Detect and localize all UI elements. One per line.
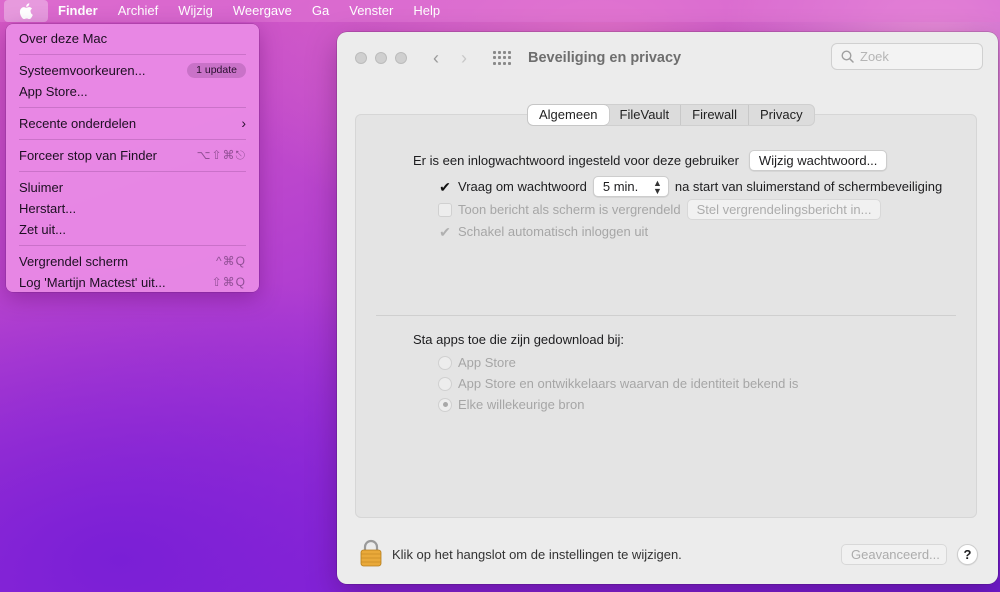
allow-option-app-store[interactable]: App Store <box>438 355 516 370</box>
section-divider <box>376 315 956 316</box>
tab-firewall[interactable]: Firewall <box>681 105 749 125</box>
menu-item-restart[interactable]: Herstart... <box>6 198 259 219</box>
menu-separator <box>19 171 246 172</box>
radio-label: Elke willekeurige bron <box>458 397 585 412</box>
menu-separator <box>19 245 246 246</box>
radio-button-selected[interactable] <box>438 397 452 412</box>
menu-item-shutdown[interactable]: Zet uit... <box>6 219 259 240</box>
menu-separator <box>19 139 246 140</box>
update-badge: 1 update <box>187 63 246 78</box>
radio-button[interactable] <box>438 376 452 391</box>
title-bar: ‹ › Beveiliging en privacy <box>337 32 998 84</box>
menu-archief[interactable]: Archief <box>108 0 168 22</box>
menu-item-label: Forceer stop van Finder <box>19 148 158 163</box>
minimize-window-button[interactable] <box>375 52 387 64</box>
show-message-label: Toon bericht als scherm is vergrendeld <box>458 202 681 217</box>
menu-item-label: Sluimer <box>19 180 64 195</box>
search-icon <box>841 50 854 63</box>
menu-separator <box>19 107 246 108</box>
radio-label: App Store <box>458 355 516 370</box>
apple-menu-button[interactable] <box>4 0 48 22</box>
password-delay-value: 5 min. <box>602 179 639 194</box>
menu-item-label: Herstart... <box>19 201 77 216</box>
zoom-window-button[interactable] <box>395 52 407 64</box>
menu-weergave[interactable]: Weergave <box>223 0 302 22</box>
disable-autologin-checkbox[interactable]: ✔ <box>438 225 452 239</box>
menu-item-label: Systeemvoorkeuren... <box>19 63 146 78</box>
menu-finder[interactable]: Finder <box>48 0 108 22</box>
apple-menu-dropdown: Over deze Mac Systeemvoorkeuren... 1 upd… <box>6 24 259 292</box>
menu-item-label: App Store... <box>19 84 88 99</box>
lock-icon[interactable] <box>360 539 382 567</box>
menu-item-sleep[interactable]: Sluimer <box>6 177 259 198</box>
require-password-checkbox[interactable]: ✔ <box>438 180 452 194</box>
apple-icon <box>19 3 33 19</box>
password-delay-select[interactable]: 5 min. ▲ ▼ <box>592 176 669 197</box>
chevron-up-down-icon: ▲ ▼ <box>652 177 662 196</box>
allow-apps-heading: Sta apps toe die zijn gedownload bij: <box>413 332 624 347</box>
menu-separator <box>19 54 246 55</box>
menu-venster[interactable]: Venster <box>339 0 403 22</box>
advanced-button[interactable]: Geavanceerd... <box>841 544 947 565</box>
search-field[interactable] <box>831 43 983 70</box>
show-message-row: Toon bericht als scherm is vergrendeld S… <box>438 199 882 220</box>
forward-arrow-icon[interactable]: › <box>461 48 467 69</box>
shortcut-label: ⇧⌘Q <box>211 275 246 289</box>
window-controls <box>355 52 407 64</box>
menu-help[interactable]: Help <box>403 0 450 22</box>
change-password-button[interactable]: Wijzig wachtwoord... <box>748 150 888 171</box>
back-arrow-icon[interactable]: ‹ <box>433 48 439 69</box>
menu-item-app-store[interactable]: App Store... <box>6 81 259 102</box>
menu-item-about[interactable]: Over deze Mac <box>6 28 259 49</box>
require-password-suffix: na start van sluimerstand of schermbevei… <box>674 179 943 194</box>
show-all-grid-icon[interactable] <box>493 51 511 65</box>
tab-filevault[interactable]: FileVault <box>609 105 682 125</box>
allow-option-anywhere[interactable]: Elke willekeurige bron <box>438 397 584 412</box>
menu-bar: Finder Archief Wijzig Weergave Ga Venste… <box>0 0 1000 22</box>
settings-panel <box>355 114 977 518</box>
menu-item-label: Log 'Martijn Mactest' uit... <box>19 275 166 290</box>
menu-item-label: Zet uit... <box>19 222 66 237</box>
menu-item-label: Recente onderdelen <box>19 116 137 131</box>
show-message-checkbox[interactable] <box>438 202 452 217</box>
security-privacy-window: ‹ › Beveiliging en privacy Algemeen File… <box>337 32 998 584</box>
menu-wijzig[interactable]: Wijzig <box>168 0 223 22</box>
search-input[interactable] <box>860 49 970 64</box>
menu-item-logout[interactable]: Log 'Martijn Mactest' uit... ⇧⌘Q <box>6 272 259 293</box>
menu-item-force-quit[interactable]: Forceer stop van Finder ⌥⇧⌘⎋ <box>6 145 259 166</box>
require-password-label: Vraag om wachtwoord <box>458 179 587 194</box>
tab-algemeen[interactable]: Algemeen <box>528 105 609 125</box>
password-set-row: Er is een inlogwachtwoord ingesteld voor… <box>413 150 888 171</box>
set-lock-message-button[interactable]: Stel vergrendelingsbericht in... <box>686 199 882 220</box>
tab-bar: Algemeen FileVault Firewall Privacy <box>527 104 815 126</box>
lock-hint-text: Klik op het hangslot om de instellingen … <box>392 547 682 562</box>
chevron-right-icon: › <box>241 115 246 131</box>
allow-option-identified-developers[interactable]: App Store en ontwikkelaars waarvan de id… <box>438 376 798 391</box>
menu-item-lock-screen[interactable]: Vergrendel scherm ^⌘Q <box>6 251 259 272</box>
radio-button[interactable] <box>438 355 452 370</box>
require-password-row: ✔ Vraag om wachtwoord 5 min. ▲ ▼ na start… <box>438 176 942 197</box>
close-window-button[interactable] <box>355 52 367 64</box>
allow-apps-label: Sta apps toe die zijn gedownload bij: <box>413 332 625 347</box>
help-button[interactable]: ? <box>957 544 978 565</box>
shortcut-label: ^⌘Q <box>216 254 246 268</box>
radio-label: App Store en ontwikkelaars waarvan de id… <box>458 376 799 391</box>
menu-item-system-preferences[interactable]: Systeemvoorkeuren... 1 update <box>6 60 259 81</box>
disable-autologin-row: ✔ Schakel automatisch inloggen uit <box>438 224 648 239</box>
menu-item-label: Over deze Mac <box>19 31 108 46</box>
disable-autologin-label: Schakel automatisch inloggen uit <box>458 224 649 239</box>
window-title: Beveiliging en privacy <box>528 50 682 66</box>
menu-item-label: Vergrendel scherm <box>19 254 129 269</box>
password-set-label: Er is een inlogwachtwoord ingesteld voor… <box>413 153 739 168</box>
menu-ga[interactable]: Ga <box>302 0 339 22</box>
menu-item-recent-items[interactable]: Recente onderdelen › <box>6 113 259 134</box>
shortcut-label: ⌥⇧⌘⎋ <box>196 148 246 162</box>
tab-privacy[interactable]: Privacy <box>749 105 814 125</box>
